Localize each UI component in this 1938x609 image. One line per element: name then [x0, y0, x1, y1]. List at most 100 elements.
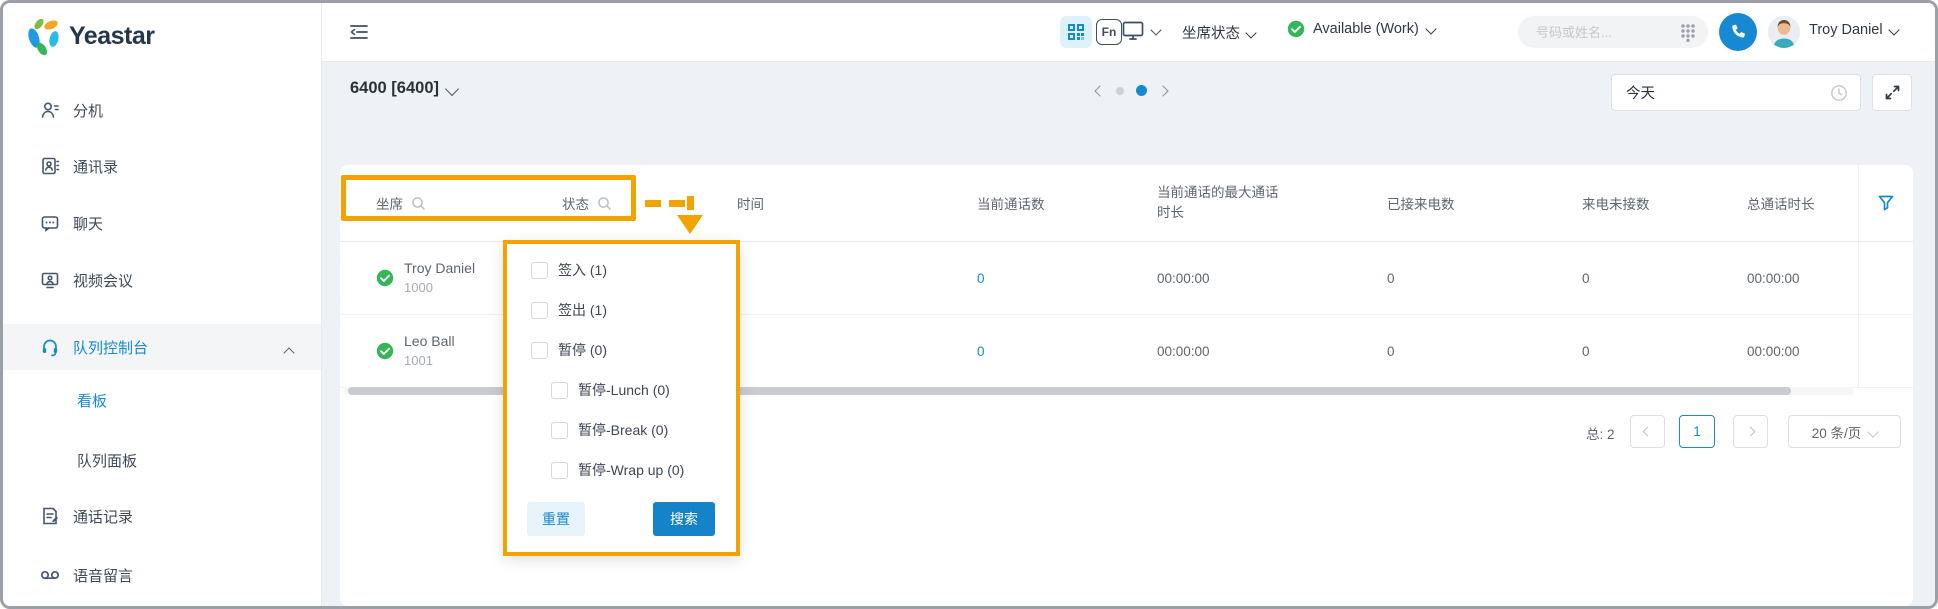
table-header-row: 坐席 状态 时间 当前通话数 当前通话的最大通话时长 已接来电数 来电未接数 总…	[340, 165, 1913, 242]
fullscreen-button[interactable]	[1872, 74, 1912, 111]
sidebar-item-extensions[interactable]: 分机	[3, 88, 321, 132]
user-menu[interactable]: Troy Daniel	[1809, 22, 1898, 38]
app-window: Yeastar 分机 通讯录 聊天	[0, 0, 1938, 609]
status-sub-option[interactable]: 暂停-Wrap up (0)	[507, 450, 736, 490]
carousel-dot-active[interactable]	[1136, 85, 1147, 96]
reset-button[interactable]: 重置	[527, 502, 585, 536]
qr-code-icon[interactable]	[1060, 16, 1092, 48]
user-name: Troy Daniel	[1809, 22, 1883, 38]
sidebar-item-label: 视频会议	[73, 270, 133, 291]
funnel-icon	[1877, 194, 1895, 212]
sidebar-item-label: 通讯录	[73, 156, 118, 177]
sidebar-item-call-logs[interactable]: 通话记录	[3, 494, 321, 538]
sidebar-item-label: 语音留言	[73, 565, 133, 586]
checkbox[interactable]	[531, 262, 548, 279]
chevron-down-icon	[1245, 27, 1256, 38]
annotation-dash	[687, 196, 694, 210]
carousel-next-icon[interactable]	[1157, 85, 1168, 96]
presence-menu[interactable]: Available (Work)	[1287, 20, 1435, 38]
queue-selector-label: 6400 [6400]	[350, 79, 439, 98]
status-sub-option[interactable]: 暂停-Break (0)	[507, 410, 736, 450]
main-content: 6400 [6400] 今天 坐席	[321, 61, 1935, 606]
sidebar-item-wallboard[interactable]: 看板	[3, 378, 321, 422]
queue-selector[interactable]: 6400 [6400]	[350, 79, 457, 98]
column-header-time: 时间	[703, 193, 943, 213]
total-duration-cell: 00:00:00	[1713, 271, 1858, 286]
agent-cell: Leo Ball 1001	[340, 331, 528, 370]
sidebar-item-contacts[interactable]: 通讯录	[3, 144, 321, 188]
checkbox[interactable]	[531, 342, 548, 359]
max-duration-cell: 00:00:00	[1123, 271, 1353, 286]
sidebar-item-chat[interactable]: 聊天	[3, 201, 321, 245]
dropdown-actions: 重置 搜索	[507, 502, 736, 536]
carousel-dot[interactable]	[1116, 87, 1124, 95]
carousel-prev-icon[interactable]	[1094, 85, 1105, 96]
column-header-answered: 已接来电数	[1353, 193, 1548, 213]
user-avatar[interactable]	[1768, 16, 1800, 48]
status-filter-dropdown: 签入 (1) 签出 (1) 暂停 (0) 暂停-Lunch (0) 暂停-Bre…	[503, 240, 740, 556]
status-option-label: 暂停-Lunch (0)	[578, 380, 670, 400]
search-icon[interactable]	[411, 196, 426, 211]
page-size-value: 20 条/页	[1812, 422, 1862, 442]
agent-extension: 1001	[404, 352, 455, 370]
call-button[interactable]	[1719, 13, 1757, 51]
search-icon[interactable]	[597, 196, 612, 211]
current-calls-link[interactable]: 0	[943, 271, 1123, 286]
phone-icon	[1729, 23, 1747, 41]
agent-name: Troy Daniel	[404, 258, 475, 279]
device-monitor-icon[interactable]	[1121, 19, 1160, 41]
checkbox[interactable]	[551, 462, 568, 479]
collapse-chevron-icon[interactable]	[285, 344, 293, 361]
sidebar-item-label: 分机	[73, 100, 103, 121]
status-option[interactable]: 签出 (1)	[507, 290, 736, 330]
yeastar-logo: Yeastar	[25, 15, 154, 57]
chevron-down-icon	[1868, 426, 1879, 437]
sidebar-item-video-conference[interactable]: 视频会议	[3, 258, 321, 302]
agent-cell: Troy Daniel 1000	[340, 258, 528, 297]
status-option[interactable]: 暂停 (0)	[507, 330, 736, 370]
contacts-icon	[39, 155, 61, 177]
checkbox[interactable]	[531, 302, 548, 319]
pagination-next-button[interactable]	[1733, 415, 1768, 448]
sidebar-item-queue-console[interactable]: 队列控制台	[3, 324, 321, 370]
missed-calls-cell: 0	[1548, 271, 1713, 286]
sidebar-item-queue-panel[interactable]: 队列面板	[3, 438, 321, 482]
status-option[interactable]: 签入 (1)	[507, 250, 736, 290]
column-filter-button[interactable]	[1858, 165, 1913, 241]
dial-search-box	[1518, 16, 1708, 48]
checkbox[interactable]	[551, 422, 568, 439]
status-option-label: 签入 (1)	[558, 260, 607, 280]
available-badge-icon	[376, 269, 394, 287]
function-keys-icon[interactable]: Fn	[1096, 19, 1122, 45]
voicemail-icon	[39, 564, 61, 586]
date-filter-input[interactable]: 今天	[1611, 74, 1861, 111]
search-button[interactable]: 搜索	[653, 502, 715, 536]
status-option-label: 暂停 (0)	[558, 340, 607, 360]
total-duration-cell: 00:00:00	[1713, 344, 1858, 359]
agent-status-menu[interactable]: 坐席状态	[1182, 22, 1255, 43]
status-sub-option[interactable]: 暂停-Lunch (0)	[507, 370, 736, 410]
column-header-agent: 坐席	[340, 193, 528, 213]
sidebar-fold-icon[interactable]	[348, 21, 370, 43]
dialpad-icon[interactable]	[1680, 23, 1696, 47]
status-option-label: 签出 (1)	[558, 300, 607, 320]
page-size-select[interactable]: 20 条/页	[1788, 415, 1901, 448]
agent-status-label: 坐席状态	[1182, 22, 1240, 43]
status-option-label: 暂停-Break (0)	[578, 420, 668, 440]
sidebar-item-voicemail[interactable]: 语音留言	[3, 553, 321, 597]
answered-calls-cell: 0	[1353, 344, 1548, 359]
pagination-page-button[interactable]: 1	[1679, 415, 1715, 448]
checkbox[interactable]	[551, 382, 568, 399]
dial-search-input[interactable]	[1534, 24, 1668, 41]
brand-name: Yeastar	[69, 22, 154, 51]
chevron-down-icon	[1888, 24, 1899, 35]
pagination-prev-button[interactable]	[1630, 415, 1665, 448]
chevron-down-icon	[1425, 23, 1436, 34]
sidebar: Yeastar 分机 通讯录 聊天	[3, 3, 322, 606]
row-actions-cell	[1858, 242, 1913, 314]
call-log-icon	[39, 505, 61, 527]
current-calls-link[interactable]: 0	[943, 344, 1123, 359]
column-header-max-duration: 当前通话的最大通话时长	[1123, 183, 1353, 222]
sidebar-item-label: 通话记录	[73, 506, 133, 527]
topbar: Fn 坐席状态 Available (Work)	[321, 3, 1935, 62]
